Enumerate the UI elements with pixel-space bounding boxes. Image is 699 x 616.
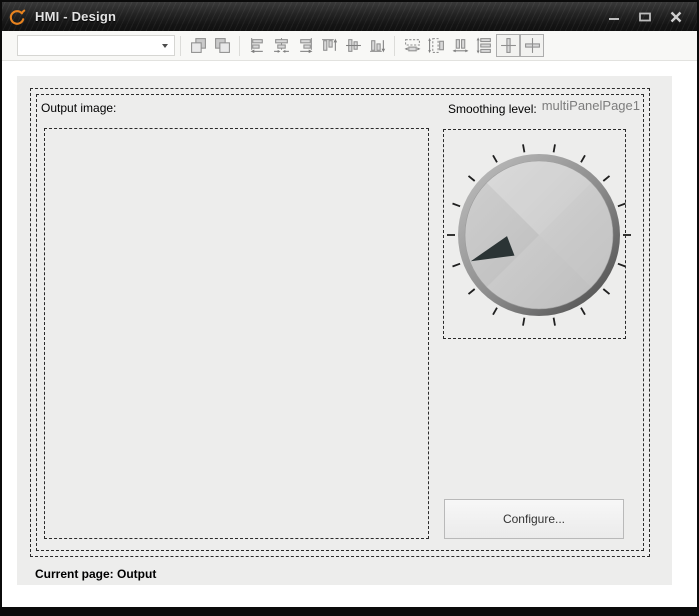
- hmi-design-window: HMI - Design: [0, 0, 699, 616]
- center-horizontally-button[interactable]: [496, 34, 520, 57]
- align-centers-icon: [273, 37, 290, 54]
- align-tops-button[interactable]: [317, 34, 341, 58]
- toolbar-separator: [239, 36, 240, 56]
- center-vertically-icon: [524, 37, 541, 54]
- align-middles-button[interactable]: [341, 34, 365, 58]
- design-surface[interactable]: Output image: Smoothing level: multiPane…: [17, 76, 672, 585]
- knob-tick: [554, 318, 555, 326]
- window-title: HMI - Design: [35, 9, 116, 24]
- output-image-placeholder[interactable]: [44, 128, 429, 539]
- minimize-button[interactable]: [603, 7, 625, 27]
- minimize-icon: [607, 10, 621, 24]
- close-button[interactable]: [665, 7, 687, 27]
- multipanel-page-name: multiPanelPage1: [542, 98, 640, 113]
- knob-tick: [523, 318, 524, 326]
- toolbar-separator: [180, 36, 181, 56]
- knob-tick: [493, 155, 497, 162]
- same-width-icon: [404, 37, 421, 54]
- toolbar-separator: [394, 36, 395, 56]
- chevron-down-icon: [162, 44, 168, 51]
- same-height-button[interactable]: [424, 34, 448, 58]
- window-controls: [603, 7, 687, 27]
- horizontal-spacing-button[interactable]: [448, 34, 472, 58]
- send-to-back-icon: [214, 37, 231, 54]
- align-rights-icon: [297, 37, 314, 54]
- knob-tick: [453, 204, 461, 207]
- align-rights-button[interactable]: [293, 34, 317, 58]
- smoothing-knob-container[interactable]: [443, 129, 626, 339]
- bring-to-front-icon: [190, 37, 207, 54]
- output-image-label[interactable]: Output image:: [41, 101, 116, 115]
- close-icon: [669, 10, 683, 24]
- bring-to-front-button[interactable]: [186, 34, 210, 58]
- knob-tick: [618, 264, 626, 267]
- titlebar[interactable]: HMI - Design: [0, 0, 699, 33]
- configure-button[interactable]: Configure...: [444, 499, 624, 539]
- app-logo-icon: [7, 7, 27, 27]
- knob-tick: [581, 155, 585, 162]
- knob-tick: [453, 264, 461, 267]
- center-vertically-button[interactable]: [520, 34, 544, 57]
- knob-tick: [469, 176, 475, 181]
- align-lefts-icon: [249, 37, 266, 54]
- maximize-button[interactable]: [634, 7, 656, 27]
- multipanel-selection-border[interactable]: Output image: Smoothing level: multiPane…: [30, 88, 650, 557]
- knob-tick: [493, 308, 497, 315]
- knob-tick: [618, 204, 626, 207]
- knob-tick: [581, 308, 585, 315]
- toolbar: [2, 31, 697, 61]
- knob-tick: [523, 144, 524, 152]
- knob-tick: [603, 176, 609, 181]
- smoothing-level-label[interactable]: Smoothing level:: [448, 102, 537, 116]
- element-selector-combobox[interactable]: [17, 35, 175, 56]
- align-lefts-button[interactable]: [245, 34, 269, 58]
- knob-tick: [469, 289, 475, 294]
- send-to-back-button[interactable]: [210, 34, 234, 58]
- horizontal-spacing-icon: [452, 37, 469, 54]
- smoothing-knob[interactable]: [444, 130, 625, 338]
- align-centers-button[interactable]: [269, 34, 293, 58]
- align-bottoms-button[interactable]: [365, 34, 389, 58]
- align-bottoms-icon: [369, 37, 386, 54]
- vertical-spacing-icon: [476, 37, 493, 54]
- multipanel-page-border[interactable]: Output image: Smoothing level: multiPane…: [36, 94, 644, 551]
- current-page-label[interactable]: Current page: Output: [35, 567, 156, 581]
- knob-tick: [554, 144, 555, 152]
- same-height-icon: [428, 37, 445, 54]
- center-horizontally-icon: [500, 37, 517, 54]
- same-width-button[interactable]: [400, 34, 424, 58]
- maximize-icon: [638, 10, 652, 24]
- align-middles-icon: [345, 37, 362, 54]
- vertical-spacing-button[interactable]: [472, 34, 496, 58]
- knob-tick: [603, 289, 609, 294]
- align-tops-icon: [321, 37, 338, 54]
